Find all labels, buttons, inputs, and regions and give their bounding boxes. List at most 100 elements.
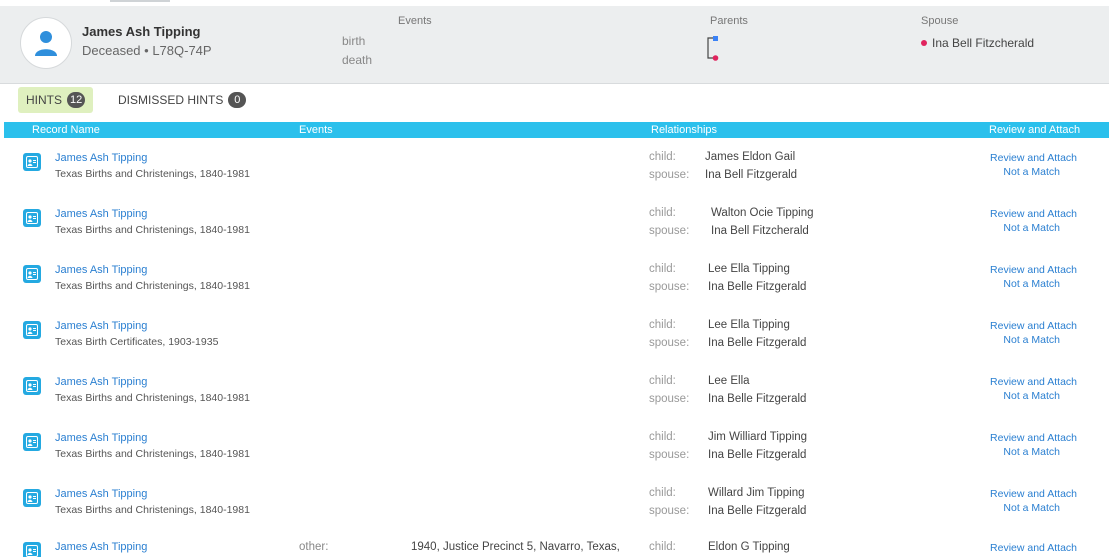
child-label: child: <box>649 431 676 443</box>
hints-tabs: HINTS 12 DISMISSED HINTS 0 <box>0 83 1109 120</box>
child-label: child: <box>649 375 676 387</box>
tab-hints[interactable]: HINTS 12 <box>18 87 94 113</box>
record-icon <box>23 209 41 227</box>
table-row: James Ash Tipping Texas Birth Certificat… <box>4 309 1109 365</box>
spouse-name: Ina Belle Fitzgerald <box>708 505 807 517</box>
spouse-label: spouse: <box>649 169 690 181</box>
review-attach-link[interactable]: Review and Attach <box>990 376 1077 388</box>
tab-dismissed-hints[interactable]: DISMISSED HINTS 0 <box>118 87 247 113</box>
parents-heading: Parents <box>710 15 748 27</box>
table-row: James Ash Tipping Texas Births and Chris… <box>4 421 1109 477</box>
table-row: James Ash Tipping Texas Births and Chris… <box>4 197 1109 253</box>
child-label: child: <box>649 319 676 331</box>
child-label: child: <box>649 487 676 499</box>
spouse-label: spouse: <box>649 337 690 349</box>
record-source: Texas Births and Christenings, 1840-1981 <box>55 392 250 404</box>
child-name: Lee Ella Tipping <box>708 263 790 275</box>
table-header: Record Name Events Relationships Review … <box>4 122 1109 138</box>
hints-count-badge: 12 <box>67 92 86 108</box>
child-name: Jim Williard Tipping <box>708 431 808 443</box>
spouse-name: Ina Bell Fitzcherald <box>932 36 1035 50</box>
spouse-name: Ina Bell Fitzcherald <box>711 225 809 237</box>
review-attach-link[interactable]: Review and Attach <box>990 320 1077 332</box>
event-other-value: 1940, Justice Precinct 5, Navarro, Texas… <box>411 541 620 553</box>
child-label: child: <box>649 151 676 163</box>
child-name: Walton Ocie Tipping <box>711 207 814 219</box>
child-name: Lee Ella <box>708 375 750 387</box>
child-name: James Eldon Gail <box>705 151 796 163</box>
death-label: death <box>342 53 373 67</box>
spouse-link[interactable]: Ina Bell Fitzcherald <box>921 36 1034 50</box>
spouse-name: Ina Belle Fitzgerald <box>708 281 807 293</box>
record-icon <box>23 377 41 395</box>
top-divider <box>110 0 170 2</box>
header-relationships: Relationships <box>651 124 718 136</box>
header-record-name: Record Name <box>32 124 100 136</box>
female-marker-icon <box>921 40 927 46</box>
record-name-link[interactable]: James Ash Tipping <box>55 152 147 164</box>
avatar[interactable] <box>20 17 72 69</box>
header-review-attach: Review and Attach <box>989 124 1081 136</box>
record-source: Texas Births and Christenings, 1840-1981 <box>55 168 250 180</box>
record-icon <box>23 542 41 557</box>
spouse-heading: Spouse <box>921 15 959 27</box>
table-row: James Ash Tipping Texas Births and Chris… <box>4 477 1109 533</box>
tab-hints-label: HINTS <box>26 93 62 107</box>
review-attach-link[interactable]: Review and Attach <box>990 432 1077 444</box>
record-name-link[interactable]: James Ash Tipping <box>55 320 147 332</box>
not-a-match-link[interactable]: Not a Match <box>1003 278 1060 290</box>
record-source: Texas Births and Christenings, 1840-1981 <box>55 280 250 292</box>
review-attach-link[interactable]: Review and Attach <box>990 542 1077 554</box>
spouse-label: spouse: <box>649 225 690 237</box>
child-name: Lee Ella Tipping <box>708 319 790 331</box>
spouse-name: Ina Belle Fitzgerald <box>708 393 807 405</box>
record-icon <box>23 265 41 283</box>
record-source: Texas Birth Certificates, 1903-1935 <box>55 336 219 348</box>
not-a-match-link[interactable]: Not a Match <box>1003 446 1060 458</box>
review-attach-link[interactable]: Review and Attach <box>990 152 1077 164</box>
not-a-match-link[interactable]: Not a Match <box>1003 222 1060 234</box>
parents-tree-icon[interactable] <box>705 34 719 62</box>
review-attach-link[interactable]: Review and Attach <box>990 264 1077 276</box>
spouse-name: Ina Belle Fitzgerald <box>708 449 807 461</box>
person-summary: James Ash Tipping Deceased • L78Q-74P Ev… <box>0 6 1109 84</box>
record-name-link[interactable]: James Ash Tipping <box>55 376 147 388</box>
person-icon <box>35 31 57 56</box>
record-source: Texas Births and Christenings, 1840-1981 <box>55 224 250 236</box>
child-name: Eldon G Tipping <box>708 541 790 553</box>
spouse-label: spouse: <box>649 505 690 517</box>
record-name-link[interactable]: James Ash Tipping <box>55 432 147 444</box>
not-a-match-link[interactable]: Not a Match <box>1003 334 1060 346</box>
dismissed-count-badge: 0 <box>228 92 247 108</box>
table-row: James Ash Tipping Texas Births and Chris… <box>4 141 1109 197</box>
record-source: Texas Births and Christenings, 1840-1981 <box>55 448 250 460</box>
record-source: Texas Births and Christenings, 1840-1981 <box>55 504 250 516</box>
spouse-name: Ina Bell Fitzgerald <box>705 169 798 181</box>
spouse-name: Ina Belle Fitzgerald <box>708 337 807 349</box>
table-row: James Ash Tipping other: 1940, Justice P… <box>4 533 1109 557</box>
spouse-label: spouse: <box>649 281 690 293</box>
not-a-match-link[interactable]: Not a Match <box>1003 166 1060 178</box>
table-row: James Ash Tipping Texas Births and Chris… <box>4 253 1109 309</box>
record-name-link[interactable]: James Ash Tipping <box>55 264 147 276</box>
events-heading: Events <box>398 15 432 27</box>
record-icon <box>23 321 41 339</box>
record-name-link[interactable]: James Ash Tipping <box>55 541 147 553</box>
not-a-match-link[interactable]: Not a Match <box>1003 502 1060 514</box>
child-label: child: <box>649 207 676 219</box>
record-icon <box>23 433 41 451</box>
table-row: James Ash Tipping Texas Births and Chris… <box>4 365 1109 421</box>
review-attach-link[interactable]: Review and Attach <box>990 208 1077 220</box>
person-status-id: Deceased • L78Q-74P <box>82 43 212 58</box>
tab-dismissed-label: DISMISSED HINTS <box>118 93 224 107</box>
event-other-label: other: <box>299 541 329 553</box>
person-name[interactable]: James Ash Tipping <box>82 24 200 39</box>
birth-label: birth <box>342 34 366 48</box>
record-icon <box>23 489 41 507</box>
not-a-match-link[interactable]: Not a Match <box>1003 390 1060 402</box>
child-label: child: <box>649 263 676 275</box>
record-name-link[interactable]: James Ash Tipping <box>55 488 147 500</box>
child-name: Willard Jim Tipping <box>708 487 805 499</box>
review-attach-link[interactable]: Review and Attach <box>990 488 1077 500</box>
record-name-link[interactable]: James Ash Tipping <box>55 208 147 220</box>
